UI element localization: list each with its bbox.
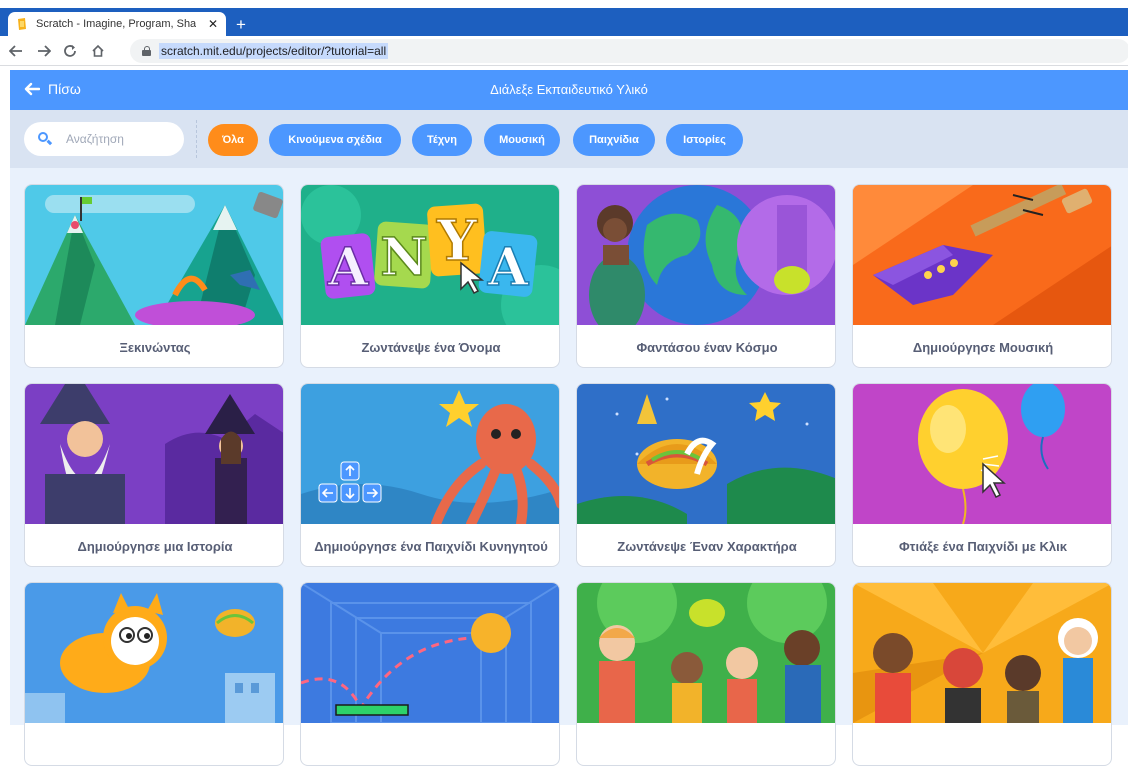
filter-music[interactable]: Μουσική bbox=[484, 124, 560, 156]
search-input[interactable] bbox=[66, 132, 166, 146]
scratch-favicon-icon bbox=[18, 18, 26, 30]
url-text[interactable]: scratch.mit.edu/projects/editor/?tutoria… bbox=[159, 43, 389, 59]
filter-divider bbox=[196, 120, 197, 158]
omnibox[interactable]: scratch.mit.edu/projects/editor/?tutoria… bbox=[130, 39, 1128, 63]
cropped-top-strip bbox=[0, 0, 1128, 8]
pong-game-thumbnail bbox=[301, 583, 559, 723]
tutorial-label: Ζωντάνεψε ένα Όνομα bbox=[361, 339, 501, 355]
tutorial-card-chase-game[interactable]: Δημιούργησε ένα Παιχνίδι Κυνηγητού bbox=[300, 383, 560, 567]
anya-letter-a2: A bbox=[487, 237, 529, 298]
address-bar-row: scratch.mit.edu/projects/editor/?tutoria… bbox=[0, 36, 1128, 66]
tutorial-label: Δημιούργησε Μουσική bbox=[912, 339, 1054, 355]
cartoon-network-2-thumbnail bbox=[853, 583, 1111, 723]
filter-art[interactable]: Τέχνη bbox=[412, 124, 472, 156]
getting-started-thumbnail bbox=[25, 185, 283, 325]
home-icon[interactable] bbox=[88, 41, 108, 61]
tutorial-card-clicker-game[interactable]: Φτιάξε ένα Παιχνίδι με Κλικ bbox=[852, 383, 1112, 567]
filter-stories[interactable]: Ιστορίες bbox=[666, 124, 743, 156]
tutorial-grid: Ξεκινώντας A N Y A Ζωντάνεψε ένα Όνομα Φ… bbox=[10, 168, 1128, 766]
new-tab-button[interactable]: + bbox=[236, 16, 246, 34]
tutorial-card-animate-character[interactable]: Ζωντάνεψε Έναν Χαρακτήρα bbox=[576, 383, 836, 567]
make-music-thumbnail bbox=[853, 185, 1111, 325]
tutorial-label bbox=[25, 723, 283, 765]
tutorial-card-getting-started[interactable]: Ξεκινώντας bbox=[24, 184, 284, 368]
lock-icon bbox=[142, 46, 151, 56]
clicker-game-thumbnail bbox=[853, 384, 1111, 524]
search-box[interactable] bbox=[24, 122, 184, 156]
tutorial-label: Δημιούργησε ένα Παιχνίδι Κυνηγητού bbox=[314, 538, 548, 554]
chase-game-thumbnail bbox=[301, 384, 559, 524]
tutorial-card-imagine-world[interactable]: Φαντάσου έναν Κόσμο bbox=[576, 184, 836, 368]
cartoon-network-1-thumbnail bbox=[577, 583, 835, 723]
tutorial-label: Φτιάξε ένα Παιχνίδι με Κλικ bbox=[899, 538, 1067, 554]
cat-flying-thumbnail bbox=[25, 583, 283, 723]
page-title: Διάλεξε Εκπαιδευτικό Υλικό bbox=[490, 82, 648, 97]
tutorial-label bbox=[853, 723, 1111, 765]
tutorial-label: Ξεκινώντας bbox=[119, 339, 191, 355]
anya-letter-y: Y bbox=[436, 208, 478, 274]
create-story-thumbnail bbox=[25, 384, 283, 524]
reload-icon[interactable] bbox=[60, 41, 80, 61]
browser-tab-bar: Scratch - Imagine, Program, Shar ✕ + bbox=[0, 8, 1128, 36]
tutorial-card-make-music[interactable]: Δημιούργησε Μουσική bbox=[852, 184, 1112, 368]
tutorial-label: Δημιούργησε μια Ιστορία bbox=[77, 538, 233, 554]
tutorial-label: Ζωντάνεψε Έναν Χαρακτήρα bbox=[617, 538, 797, 554]
animate-name-thumbnail: A N Y A bbox=[301, 185, 559, 325]
tutorial-card-cat-flying[interactable] bbox=[24, 582, 284, 766]
filter-all[interactable]: Όλα bbox=[208, 124, 258, 156]
anya-letter-n: N bbox=[380, 227, 428, 288]
filter-games[interactable]: Παιχνίδια bbox=[573, 124, 655, 156]
tutorial-label: Φαντάσου έναν Κόσμο bbox=[636, 339, 778, 355]
tutorial-card-pong-game[interactable] bbox=[300, 582, 560, 766]
tab-title: Scratch - Imagine, Program, Shar bbox=[36, 18, 196, 30]
close-tab-icon[interactable]: ✕ bbox=[208, 17, 218, 31]
tutorial-label bbox=[301, 723, 559, 765]
tutorial-library-header: Πίσω Διάλεξε Εκπαιδευτικό Υλικό bbox=[10, 70, 1128, 110]
imagine-world-thumbnail bbox=[577, 185, 835, 325]
browser-tab[interactable]: Scratch - Imagine, Program, Shar ✕ bbox=[8, 12, 226, 36]
tutorial-card-create-story[interactable]: Δημιούργησε μια Ιστορία bbox=[24, 383, 284, 567]
tutorial-card-cartoon-network-2[interactable] bbox=[852, 582, 1112, 766]
tutorial-card-cartoon-network-1[interactable] bbox=[576, 582, 836, 766]
tutorial-card-animate-name[interactable]: A N Y A Ζωντάνεψε ένα Όνομα bbox=[300, 184, 560, 368]
animate-character-thumbnail bbox=[577, 384, 835, 524]
filter-bar: Όλα Κινούμενα σχέδια Τέχνη Μουσική Παιχν… bbox=[10, 110, 1128, 168]
search-icon bbox=[38, 132, 53, 146]
tutorial-label bbox=[577, 723, 835, 765]
filter-animations[interactable]: Κινούμενα σχέδια bbox=[269, 124, 401, 156]
back-nav-icon[interactable] bbox=[6, 41, 26, 61]
forward-nav-icon[interactable] bbox=[34, 41, 54, 61]
anya-letter-a1: A bbox=[327, 237, 369, 298]
